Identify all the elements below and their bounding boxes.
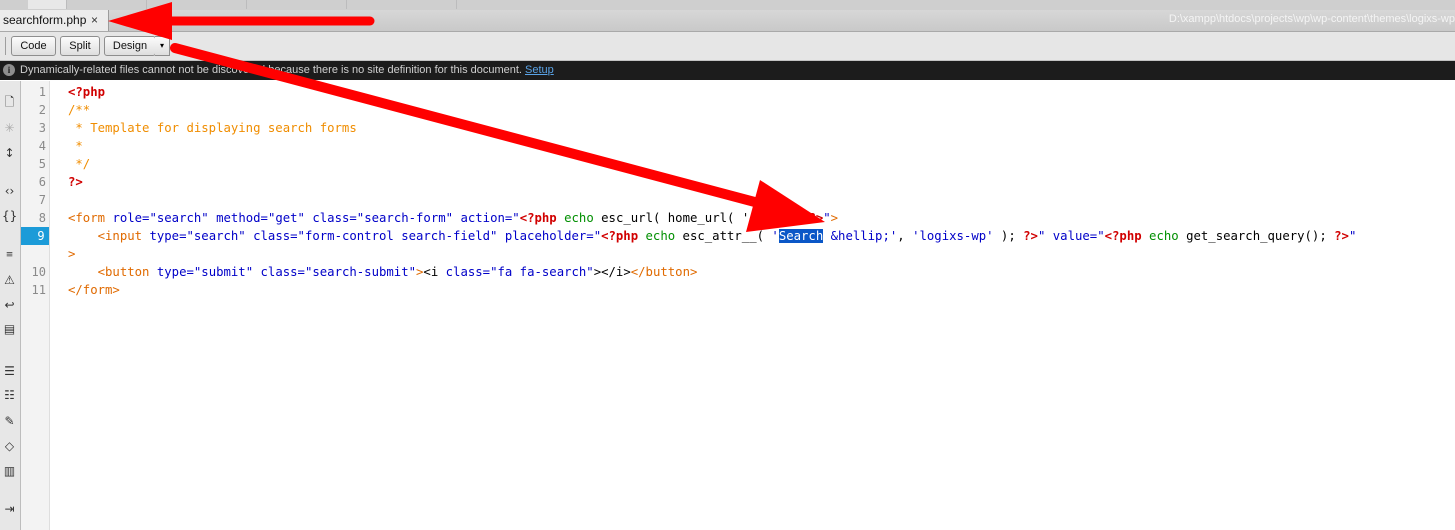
code-editor[interactable] — [0, 81, 1455, 530]
word-wrap-icon[interactable]: ↩ — [2, 298, 17, 313]
document-toolbar: Code Split Design ▾ — [0, 32, 1455, 61]
code-line-1[interactable]: <?php — [68, 83, 105, 101]
line-number: 2 — [38, 103, 46, 117]
apply-comment-icon[interactable]: ☰ — [2, 364, 17, 379]
split-view-button[interactable]: Split — [60, 36, 100, 56]
move-css-icon[interactable]: ▥ — [2, 464, 17, 479]
chevron-down-icon[interactable]: ▾ — [155, 36, 170, 56]
design-view-button[interactable]: Design — [104, 36, 156, 56]
line-numbers-icon[interactable]: ≡ — [2, 248, 17, 263]
collapse-icon[interactable]: ✳ — [2, 121, 17, 136]
recent-snippets-icon[interactable]: ◇ — [2, 439, 17, 454]
line-number: 7 — [38, 193, 46, 207]
wrap-tag-icon[interactable]: ✎ — [2, 414, 17, 429]
line-number: 3 — [38, 121, 46, 135]
code-view-button[interactable]: Code — [11, 36, 56, 56]
line-number: 1 — [38, 85, 46, 99]
line-number: 11 — [31, 283, 46, 297]
balance-braces-icon[interactable]: {} — [2, 209, 17, 224]
indent-code-icon[interactable]: ⇥ — [2, 502, 17, 517]
code-line-6[interactable]: ?> — [68, 173, 83, 191]
info-icon: i — [3, 64, 15, 76]
syntax-coloring-icon[interactable]: ▤ — [2, 322, 17, 337]
remove-comment-icon[interactable]: ☷ — [2, 388, 17, 403]
info-message: Dynamically-related files cannot not be … — [20, 64, 522, 76]
code-line-3[interactable]: * Template for displaying search forms — [68, 119, 356, 137]
line-number: 4 — [38, 139, 46, 153]
line-number: 5 — [38, 157, 46, 171]
info-bar: i Dynamically-related files cannot not b… — [0, 61, 1455, 80]
tab-filename: searchform.php — [3, 13, 87, 27]
setup-link[interactable]: Setup — [525, 64, 554, 76]
line-number: 6 — [38, 175, 46, 189]
line-number: 10 — [31, 265, 46, 279]
code-line-10[interactable]: <button type="submit" class="search-subm… — [68, 263, 698, 281]
select-parent-tag-icon[interactable]: ‹› — [2, 184, 17, 199]
line-number: 8 — [38, 211, 46, 225]
code-line-9-wrap[interactable]: > — [68, 245, 75, 263]
highlight-invalid-code-icon[interactable]: ⚠ — [2, 273, 17, 288]
open-documents-icon[interactable]: 🗋 — [2, 95, 17, 110]
code-line-5[interactable]: */ — [68, 155, 90, 173]
close-icon[interactable]: × — [91, 13, 98, 27]
document-tab-bar: searchform.php × D:\xampp\htdocs\project… — [0, 10, 1455, 32]
current-line-number: 9 — [21, 227, 49, 245]
coding-toolbar: 🗋 ✳ ↕ ‹› {} ≡ ⚠ ↩ ▤ ☰ ☷ ✎ ◇ ▥ ⇥ — [0, 81, 21, 530]
code-line-4[interactable]: * — [68, 137, 82, 155]
code-line-11[interactable]: </form> — [68, 281, 120, 299]
file-path: D:\xampp\htdocs\projects\wp\wp-content\t… — [1168, 13, 1455, 25]
expand-icon[interactable]: ↕ — [2, 146, 17, 161]
document-tab[interactable]: searchform.php × — [0, 10, 109, 31]
toolbar-divider — [5, 37, 6, 55]
code-line-9[interactable]: <input type="search" class="form-control… — [68, 227, 1356, 245]
code-line-8[interactable]: <form role="search" method="get" class="… — [68, 209, 838, 227]
code-line-2[interactable]: /** — [68, 101, 90, 119]
